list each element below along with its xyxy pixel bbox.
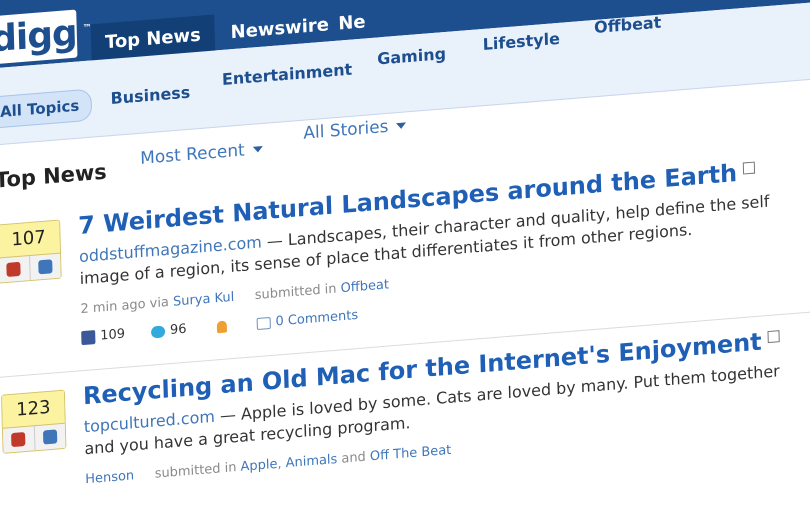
external-link-icon[interactable] <box>767 330 779 343</box>
digg-count: 107 <box>0 221 60 258</box>
and-label: and <box>341 450 366 467</box>
comment-icon <box>256 316 270 329</box>
page-title: Top News <box>0 160 107 193</box>
flame-icon <box>216 320 226 333</box>
logo-text: digg <box>0 13 77 61</box>
submitter-link[interactable]: Henson <box>85 468 134 487</box>
comments-link[interactable]: 0 Comments <box>275 308 358 330</box>
digg-logo[interactable]: digg ™ <box>0 10 78 65</box>
chevron-down-icon <box>396 122 406 129</box>
submitter-link[interactable]: Surya Kul <box>173 290 235 310</box>
vote-buttons <box>0 253 61 283</box>
external-link-icon[interactable] <box>743 162 755 175</box>
thumbs-down-icon <box>7 262 21 277</box>
digg-count-box: 107 <box>0 219 62 283</box>
most-recent-dropdown[interactable]: Most Recent <box>140 139 263 169</box>
digg-button[interactable] <box>33 424 65 451</box>
topic-link-animals[interactable]: Animals <box>285 452 337 471</box>
digg-count-box: 123 <box>1 390 66 454</box>
topic-link-apple[interactable]: Apple <box>240 457 277 475</box>
submitted-in-label: submitted in <box>155 460 237 482</box>
twitter-icon[interactable] <box>151 325 165 338</box>
topic-link-offbeat[interactable]: Offbeat <box>340 277 389 296</box>
submitted-in-label: submitted in <box>255 282 337 304</box>
page: digg ™ Top News Newswire Ne Politics All… <box>0 0 810 521</box>
thumbs-up-icon <box>38 259 52 274</box>
story-time: 2 min ago via <box>80 295 169 317</box>
vote-buttons <box>3 423 65 453</box>
facebook-count: 109 <box>100 327 125 344</box>
twitter-count: 96 <box>170 322 187 338</box>
bury-button[interactable] <box>3 426 34 452</box>
chevron-down-icon <box>253 146 263 153</box>
bury-button[interactable] <box>0 256 29 282</box>
topic-link-off-the-beat[interactable]: Off The Beat <box>370 443 452 465</box>
story-item: 107 7 Weirdest Natural Landscapes around… <box>0 156 810 225</box>
all-stories-label: All Stories <box>303 117 389 144</box>
digg-count: 123 <box>2 391 65 428</box>
thumbs-down-icon <box>11 432 25 447</box>
most-recent-label: Most Recent <box>140 140 245 168</box>
all-stories-dropdown[interactable]: All Stories <box>303 115 407 143</box>
digg-button[interactable] <box>29 254 61 281</box>
facebook-icon[interactable] <box>81 330 95 345</box>
